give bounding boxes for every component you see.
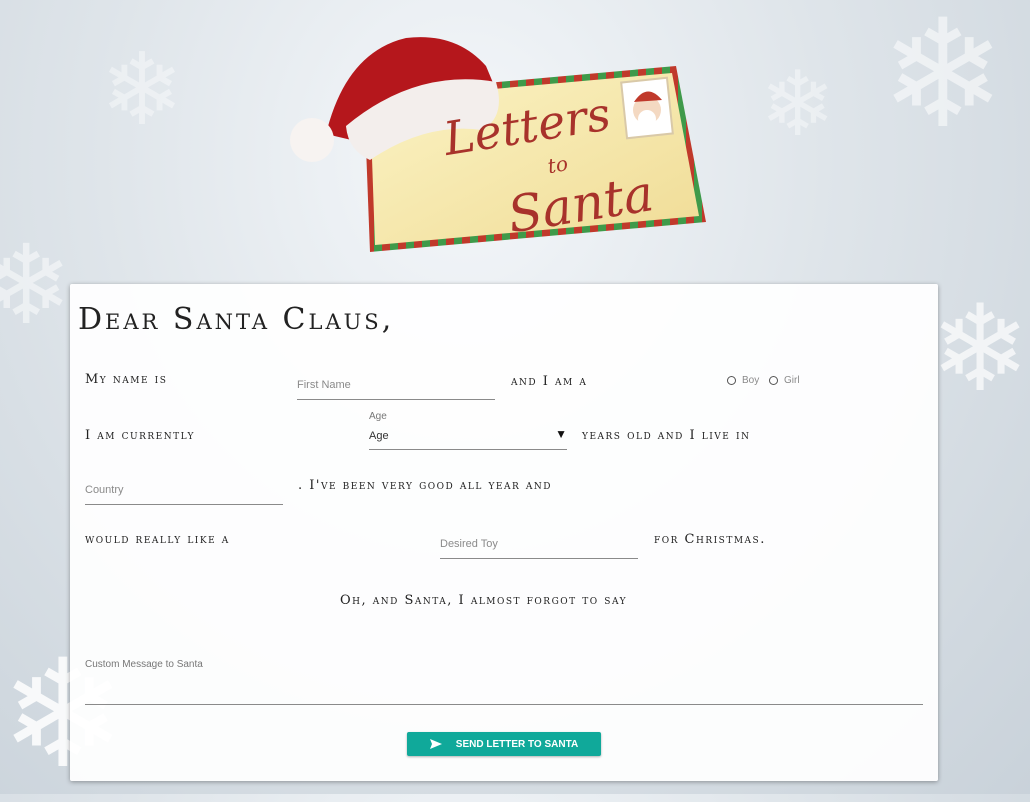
custom-message-input[interactable] <box>85 676 923 704</box>
radio-circle[interactable] <box>727 376 736 385</box>
letters-to-santa-logo: Letters to Santa <box>286 22 716 258</box>
oh-and-santa-text: Oh, and Santa, I almost forgot to say <box>340 593 628 608</box>
custom-message-label: Custom Message to Santa <box>85 659 203 670</box>
age-label: Age <box>369 411 387 422</box>
snowflake-decoration: ❄ <box>0 221 73 349</box>
desired-toy-input[interactable] <box>440 530 638 558</box>
radio-circle[interactable] <box>769 376 778 385</box>
gender-radio-boy[interactable]: Boy <box>727 375 759 386</box>
snowflake-decoration: ❄ <box>880 0 1006 162</box>
country-input[interactable] <box>85 476 283 504</box>
gender-radio-girl[interactable]: Girl <box>769 375 800 386</box>
radio-label-girl: Girl <box>784 375 800 386</box>
would-like-text: would really like a <box>85 532 230 547</box>
desired-toy-field[interactable] <box>440 530 638 559</box>
and-i-am-a-text: and I am a <box>511 374 588 389</box>
send-letter-button[interactable]: SEND LETTER TO SANTA <box>407 732 601 756</box>
send-icon <box>429 739 442 749</box>
stamp-image <box>620 76 674 140</box>
snowflake-decoration: ❄ <box>760 52 836 157</box>
svg-text:to: to <box>546 151 570 178</box>
age-select[interactable]: Age ▼ <box>369 425 567 450</box>
radio-label-boy: Boy <box>742 375 760 386</box>
send-letter-label: SEND LETTER TO SANTA <box>455 738 579 750</box>
snowflake-decoration: ❄ <box>930 280 1030 419</box>
first-name-input[interactable] <box>297 371 495 399</box>
dropdown-arrow-icon[interactable]: ▼ <box>555 427 567 441</box>
letter-form-card: Dear Santa Claus, My name is and I am a … <box>70 284 938 781</box>
first-name-field[interactable] <box>297 371 495 400</box>
been-good-text: . I've been very good all year and <box>298 478 552 493</box>
i-am-currently-text: I am currently <box>85 428 195 443</box>
my-name-is-text: My name is <box>85 372 168 387</box>
letter-heading: Dear Santa Claus, <box>78 302 395 337</box>
for-christmas-text: for Christmas. <box>654 532 766 547</box>
country-field[interactable] <box>85 476 283 505</box>
age-select-value: Age <box>369 430 389 442</box>
years-old-text: years old and I live in <box>582 428 751 443</box>
custom-message-field[interactable] <box>85 676 923 705</box>
snowflake-decoration: ❄ <box>100 31 184 148</box>
